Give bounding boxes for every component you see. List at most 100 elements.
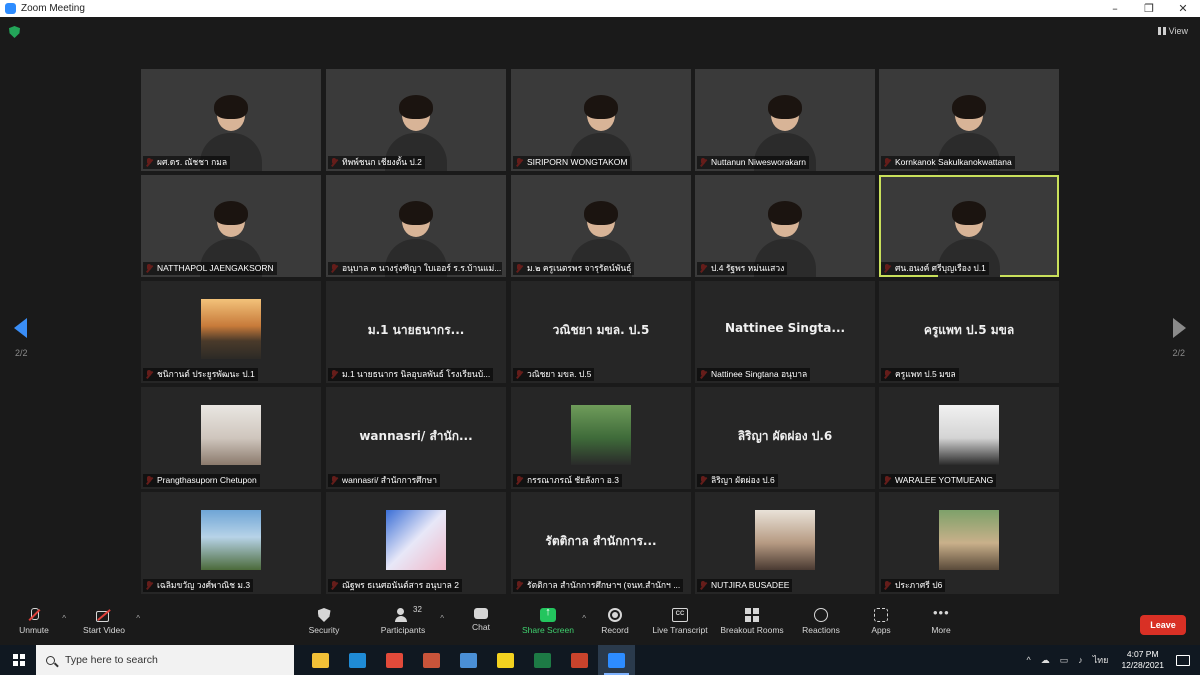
sticky-notes-icon[interactable] — [487, 645, 524, 675]
security-button[interactable]: Security — [304, 608, 344, 635]
taskbar-clock[interactable]: 4:07 PM 12/28/2021 — [1121, 649, 1164, 671]
clock-time: 4:07 PM — [1126, 649, 1159, 659]
participant-tile[interactable]: ประภาศรี ป6 — [879, 492, 1059, 594]
chrome-icon[interactable] — [376, 645, 413, 675]
search-icon — [46, 655, 55, 665]
next-page-arrow-icon[interactable] — [1173, 318, 1186, 338]
zoom-icon[interactable] — [598, 645, 635, 675]
app-icon-glyph — [423, 652, 440, 668]
participant-tile[interactable]: NATTHAPOL JAENGAKSORN — [141, 175, 321, 277]
apps-icon — [874, 608, 888, 622]
file-explorer-icon[interactable] — [302, 645, 339, 675]
window-title: Zoom Meeting — [21, 3, 85, 14]
notification-center-icon[interactable] — [1176, 654, 1190, 666]
leave-button[interactable]: Leave — [1140, 615, 1186, 635]
volume-icon[interactable]: ♪ — [1078, 655, 1083, 665]
muted-microphone-icon — [26, 608, 42, 622]
participant-name-label: เฉลิมขวัญ วงศ์พาณิช ม.3 — [143, 579, 254, 592]
participant-name-label: ครูแพท ป.5 มขล — [881, 368, 959, 381]
powerpoint-icon[interactable] — [561, 645, 598, 675]
windows-start-icon[interactable] — [0, 645, 36, 675]
participant-tile[interactable]: ครูแพท ป.5 มขล ครูแพท ป.5 มขล — [879, 281, 1059, 383]
chat-label: Chat — [472, 622, 490, 632]
participant-tile[interactable]: SIRIPORN WONGTAKOM — [511, 69, 691, 171]
participant-name-label: ศน.อนงค์ ศรีบุญเรือง ป.1 — [881, 262, 989, 275]
profile-picture — [755, 510, 815, 570]
edge-icon[interactable] — [339, 645, 376, 675]
zoom-icon-glyph — [608, 652, 625, 668]
participant-tile[interactable]: วณิชยา มขล. ป.5 วณิชยา มขล. ป.5 — [511, 281, 691, 383]
unmute-button[interactable]: Unmute ^ — [14, 608, 66, 635]
powerpoint-icon-glyph — [571, 652, 588, 668]
minimize-button[interactable]: – — [1098, 0, 1132, 17]
maximize-button[interactable]: ❐ — [1132, 0, 1166, 17]
chrome-icon-glyph — [386, 652, 403, 668]
participant-tile[interactable]: Kornkanok Sakulkanokwattana — [879, 69, 1059, 171]
participant-tile[interactable]: ม.๒ ครูเนตรพร จารุรัตน์พันธุ์ — [511, 175, 691, 277]
participants-button[interactable]: 32 Participants ^ — [378, 605, 444, 635]
start-video-button[interactable]: Start Video ^ — [80, 608, 140, 635]
participant-name-label: WARALEE YOTMUEANG — [881, 474, 997, 487]
participant-tile[interactable]: อนุบาล ๓ นางรุ่งฑิญา ใบเออร์ ร.ร.บ้านแม่… — [326, 175, 506, 277]
participant-name-label: ลิริญา ผัดผ่อง ป.6 — [697, 474, 778, 487]
page-indicator-left: 2/2 — [15, 348, 28, 358]
video-options-caret-icon[interactable]: ^ — [136, 614, 140, 623]
excel-icon-glyph — [534, 652, 551, 668]
app-icon[interactable] — [413, 645, 450, 675]
more-button[interactable]: ••• More — [926, 606, 956, 635]
input-language[interactable]: ไทย — [1093, 653, 1109, 667]
audio-options-caret-icon[interactable]: ^ — [62, 614, 66, 623]
participant-tile[interactable]: ลิริญา ผัดผ่อง ป.6 ลิริญา ผัดผ่อง ป.6 — [695, 387, 875, 489]
participant-tile[interactable]: Nattinee Singta... Nattinee Singtana อนุบ… — [695, 281, 875, 383]
participant-tile[interactable]: ชนิกานต์ ประยูรพัฒนะ ป.1 — [141, 281, 321, 383]
network-icon[interactable]: ▭ — [1060, 655, 1069, 666]
participant-name-label: อนุบาล ๓ นางรุ่งฑิญา ใบเออร์ ร.ร.บ้านแม่… — [328, 262, 502, 275]
show-hidden-icons-icon[interactable]: ^ — [1026, 655, 1030, 665]
apps-button[interactable]: Apps — [868, 608, 894, 635]
reactions-button[interactable]: Reactions — [800, 608, 842, 635]
participant-tile[interactable]: ณัฐพร ธเนศอนันต์สาร อนุบาล 2 — [326, 492, 506, 594]
participant-name-label: wannasri/ สำนักการศึกษา — [328, 474, 441, 487]
chat-button[interactable]: Chat — [466, 608, 496, 632]
excel-icon[interactable] — [524, 645, 561, 675]
participant-display-name: รัตติกาล สำนักการ... — [545, 534, 657, 548]
cloud-icon[interactable]: ☁ — [1041, 655, 1050, 666]
apps-label: Apps — [871, 625, 891, 635]
participant-tile[interactable]: Prangthasuporn Chetupon — [141, 387, 321, 489]
participant-tile[interactable]: Nuttanun Niwesworakarn — [695, 69, 875, 171]
taskbar-search-box[interactable]: Type here to search — [36, 645, 294, 675]
participant-tile[interactable]: ผศ.ดร. ณัชชา กมล — [141, 69, 321, 171]
participant-tile[interactable]: ม.1 นายธนากร... ม.1 นายธนากร นิลอุบลพันธ์… — [326, 281, 506, 383]
breakout-rooms-label: Breakout Rooms — [720, 625, 784, 635]
globe-icon[interactable] — [450, 645, 487, 675]
share-screen-label: Share Screen — [522, 625, 574, 635]
breakout-rooms-button[interactable]: Breakout Rooms — [718, 608, 786, 635]
profile-picture — [201, 510, 261, 570]
close-button[interactable]: ✕ — [1166, 0, 1200, 17]
record-button[interactable]: Record — [598, 608, 632, 635]
participant-tile[interactable]: เฉลิมขวัญ วงศ์พาณิช ม.3 — [141, 492, 321, 594]
participant-name-label: Nuttanun Niwesworakarn — [697, 156, 809, 169]
participant-tile[interactable]: NUTJIRA BUSADEE — [695, 492, 875, 594]
participant-tile[interactable]: wannasri/ สำนัก... wannasri/ สำนักการศึกษ… — [326, 387, 506, 489]
participant-name-label: NUTJIRA BUSADEE — [697, 579, 793, 592]
live-transcript-button[interactable]: CC Live Transcript — [650, 608, 710, 635]
participant-name-label: SIRIPORN WONGTAKOM — [513, 156, 631, 169]
live-transcript-label: Live Transcript — [652, 625, 708, 635]
previous-page-arrow-icon[interactable] — [14, 318, 27, 338]
participant-tile[interactable]: กรรณาภรณ์ ชัยลังกา อ.3 — [511, 387, 691, 489]
closed-caption-icon: CC — [672, 608, 688, 622]
participant-tile[interactable]: ทิพพ์ชนก เชียงตั้น ป.2 — [326, 69, 506, 171]
view-button[interactable]: View — [1157, 26, 1188, 36]
meeting-toolbar: Unmute ^ Start Video ^ Security 32 Parti… — [0, 604, 1200, 645]
participant-tile[interactable]: WARALEE YOTMUEANG — [879, 387, 1059, 489]
share-options-caret-icon[interactable]: ^ — [582, 614, 586, 623]
share-screen-button[interactable]: Share Screen ^ — [520, 606, 586, 635]
profile-picture — [939, 405, 999, 465]
participant-tile[interactable]: รัตติกาล สำนักการ... รัตติกาล สำนักการศึก… — [511, 492, 691, 594]
participants-options-caret-icon[interactable]: ^ — [440, 614, 444, 623]
participant-tile[interactable]: ป.4 รัฐพร หม่นแสวง — [695, 175, 875, 277]
participants-count: 32 — [413, 605, 422, 614]
encryption-shield-icon[interactable] — [9, 26, 20, 38]
participant-tile[interactable]: ศน.อนงค์ ศรีบุญเรือง ป.1 — [879, 175, 1059, 277]
